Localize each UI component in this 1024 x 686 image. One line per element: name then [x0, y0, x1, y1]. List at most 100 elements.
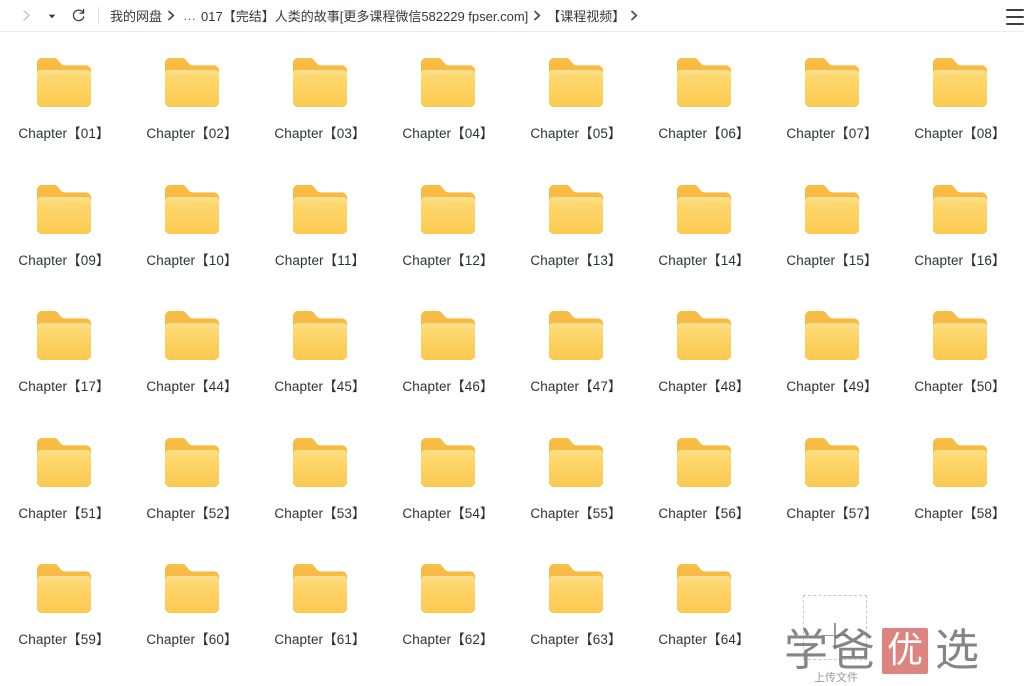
- file-item-9[interactable]: Chapter【09】: [0, 171, 128, 298]
- file-item-32[interactable]: Chapter【58】: [896, 424, 1024, 551]
- breadcrumb-item-current[interactable]: 【课程视频】: [546, 6, 626, 25]
- file-label: Chapter【02】: [146, 126, 238, 141]
- file-item-5[interactable]: Chapter【05】: [512, 44, 640, 171]
- file-label: Chapter【62】: [402, 632, 494, 647]
- folder-icon: [289, 307, 351, 365]
- file-item-38[interactable]: Chapter【64】: [640, 550, 768, 677]
- file-item-28[interactable]: Chapter【54】: [384, 424, 512, 551]
- file-item-16[interactable]: Chapter【16】: [896, 171, 1024, 298]
- chevron-right-icon: [22, 10, 30, 21]
- folder-icon: [929, 434, 991, 492]
- folder-icon: [417, 181, 479, 239]
- file-item-4[interactable]: Chapter【04】: [384, 44, 512, 171]
- file-label: Chapter【14】: [658, 252, 750, 268]
- file-label: Chapter【10】: [146, 252, 238, 268]
- file-label: Chapter【59】: [18, 632, 110, 647]
- file-item-12[interactable]: Chapter【12】: [384, 171, 512, 298]
- hamburger-menu-button[interactable]: [1006, 7, 1024, 27]
- file-item-20[interactable]: Chapter【46】: [384, 297, 512, 424]
- file-grid: Chapter【01】 Chapter【02】 Chapter【03】 Chap…: [0, 32, 1024, 677]
- file-label: Chapter【57】: [786, 505, 878, 521]
- folder-icon: [801, 434, 863, 492]
- file-item-23[interactable]: Chapter【49】: [768, 297, 896, 424]
- file-item-7[interactable]: Chapter【07】: [768, 44, 896, 171]
- folder-icon: [929, 181, 991, 239]
- folder-icon: [417, 560, 479, 618]
- file-item-1[interactable]: Chapter【01】: [0, 44, 128, 171]
- folder-icon: [33, 560, 95, 618]
- refresh-button[interactable]: [66, 4, 90, 28]
- file-item-3[interactable]: Chapter【03】: [256, 44, 384, 171]
- folder-icon: [673, 181, 735, 239]
- chevron-right-icon: [168, 10, 175, 21]
- file-item-26[interactable]: Chapter【52】: [128, 424, 256, 551]
- folder-icon: [289, 54, 351, 112]
- file-item-19[interactable]: Chapter【45】: [256, 297, 384, 424]
- plus-icon: [822, 622, 848, 649]
- file-item-14[interactable]: Chapter【14】: [640, 171, 768, 298]
- breadcrumb-item-course[interactable]: 017【完结】人类的故事[更多课程微信582229 fpser.com]: [200, 6, 529, 25]
- file-label: Chapter【45】: [274, 379, 366, 394]
- file-item-17[interactable]: Chapter【17】: [0, 297, 128, 424]
- file-item-34[interactable]: Chapter【60】: [128, 550, 256, 677]
- file-label: Chapter【52】: [146, 505, 238, 521]
- folder-icon: [545, 54, 607, 112]
- folder-icon: [801, 307, 863, 365]
- file-item-31[interactable]: Chapter【57】: [768, 424, 896, 551]
- breadcrumb: 我的网盘 … 017【完结】人类的故事[更多课程微信582229 fpser.c…: [109, 6, 1024, 25]
- nav-button-group: [14, 4, 90, 28]
- file-item-36[interactable]: Chapter【62】: [384, 550, 512, 677]
- file-item-29[interactable]: Chapter【55】: [512, 424, 640, 551]
- folder-icon: [289, 560, 351, 618]
- hamburger-menu-icon: [1006, 23, 1024, 25]
- file-item-10[interactable]: Chapter【10】: [128, 171, 256, 298]
- file-item-24[interactable]: Chapter【50】: [896, 297, 1024, 424]
- file-label: Chapter【08】: [914, 126, 1006, 141]
- file-label: Chapter【03】: [274, 126, 366, 141]
- file-label: Chapter【44】: [146, 379, 238, 394]
- file-item-6[interactable]: Chapter【06】: [640, 44, 768, 171]
- file-label: Chapter【07】: [786, 126, 878, 141]
- file-item-22[interactable]: Chapter【48】: [640, 297, 768, 424]
- folder-icon: [801, 181, 863, 239]
- folder-icon: [673, 307, 735, 365]
- file-label: Chapter【60】: [146, 632, 238, 647]
- file-item-15[interactable]: Chapter【15】: [768, 171, 896, 298]
- file-item-8[interactable]: Chapter【08】: [896, 44, 1024, 171]
- file-label: Chapter【63】: [530, 632, 622, 647]
- hamburger-menu-icon: [1006, 16, 1024, 18]
- folder-icon: [33, 307, 95, 365]
- breadcrumb-separator: [626, 10, 643, 21]
- file-label: Chapter【06】: [658, 126, 750, 141]
- breadcrumb-separator: [163, 10, 180, 21]
- file-item-30[interactable]: Chapter【56】: [640, 424, 768, 551]
- file-label: Chapter【61】: [274, 632, 366, 647]
- file-label: Chapter【09】: [18, 252, 110, 268]
- file-item-35[interactable]: Chapter【61】: [256, 550, 384, 677]
- file-item-18[interactable]: Chapter【44】: [128, 297, 256, 424]
- file-item-21[interactable]: Chapter【47】: [512, 297, 640, 424]
- file-item-37[interactable]: Chapter【63】: [512, 550, 640, 677]
- file-item-25[interactable]: Chapter【51】: [0, 424, 128, 551]
- breadcrumb-overflow-ellipsis[interactable]: …: [180, 8, 200, 23]
- file-item-33[interactable]: Chapter【59】: [0, 550, 128, 677]
- upload-file-button[interactable]: [803, 595, 867, 660]
- folder-icon: [417, 54, 479, 112]
- toolbar-divider: [98, 7, 99, 24]
- forward-button[interactable]: [14, 4, 38, 28]
- folder-icon: [673, 560, 735, 618]
- file-label: Chapter【17】: [18, 379, 110, 394]
- file-item-27[interactable]: Chapter【53】: [256, 424, 384, 551]
- folder-icon: [417, 307, 479, 365]
- file-item-13[interactable]: Chapter【13】: [512, 171, 640, 298]
- folder-icon: [161, 560, 223, 618]
- file-item-11[interactable]: Chapter【11】: [256, 171, 384, 298]
- file-item-2[interactable]: Chapter【02】: [128, 44, 256, 171]
- history-dropdown-button[interactable]: [40, 4, 64, 28]
- file-label: Chapter【47】: [530, 379, 622, 394]
- file-label: Chapter【11】: [274, 252, 366, 268]
- file-label: Chapter【01】: [18, 126, 110, 141]
- file-label: Chapter【05】: [530, 126, 622, 141]
- breadcrumb-item-root[interactable]: 我的网盘: [109, 6, 163, 25]
- folder-icon: [929, 307, 991, 365]
